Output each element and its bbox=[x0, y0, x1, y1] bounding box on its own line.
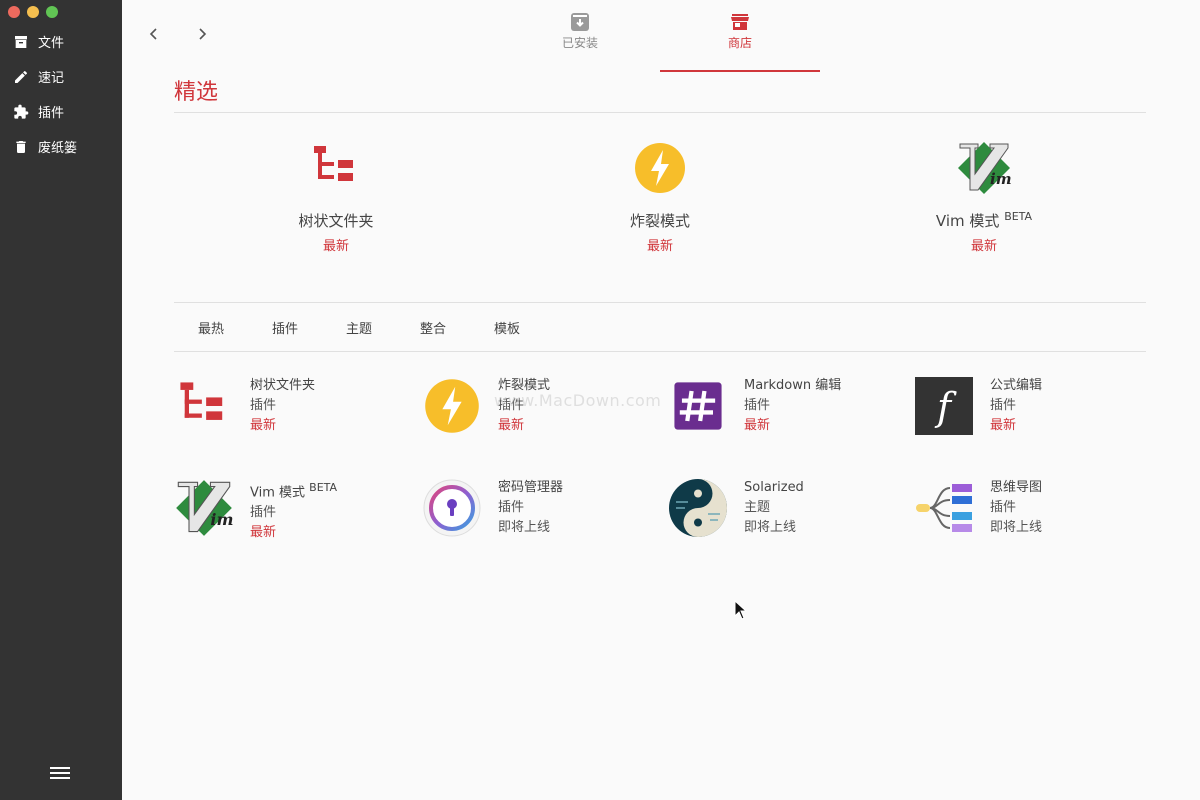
sidebar-item-label: 废纸篓 bbox=[38, 141, 78, 156]
card-status: 最新 bbox=[250, 418, 277, 433]
card-type: 插件 bbox=[250, 398, 277, 413]
featured-name: 树状文件夹 bbox=[298, 212, 374, 230]
category-templates[interactable]: 模板 bbox=[470, 318, 544, 337]
card-type: 插件 bbox=[250, 505, 277, 521]
card-name: Vim 模式 BETA bbox=[250, 478, 337, 503]
featured-title: 精选 bbox=[174, 80, 219, 105]
card-name: 树状文件夹 bbox=[250, 378, 316, 393]
maximize-window-button[interactable] bbox=[46, 6, 58, 18]
store-main: 已安装 商店 精选 树状文件夹 最新 炸裂模式 最新 im Vim 模式 BET… bbox=[122, 0, 1200, 800]
card-name: Markdown 编辑 bbox=[744, 378, 842, 393]
category-plugins[interactable]: 插件 bbox=[248, 318, 322, 337]
back-button[interactable] bbox=[144, 24, 164, 44]
sidebar-item-files[interactable]: 文件 bbox=[0, 24, 122, 59]
pencil-icon bbox=[15, 70, 27, 83]
plugin-card-markdown[interactable]: Markdown 编辑 插件 最新 bbox=[668, 376, 908, 440]
divider bbox=[174, 302, 1146, 303]
category-themes[interactable]: 主题 bbox=[322, 318, 396, 337]
svg-text:im: im bbox=[990, 170, 1012, 188]
card-type: 插件 bbox=[498, 500, 525, 515]
mind-map-icon bbox=[916, 484, 972, 532]
mouse-cursor-icon bbox=[734, 600, 748, 620]
card-status: 即将上线 bbox=[990, 520, 1043, 535]
featured-item-vim[interactable]: im Vim 模式 BETA 最新 bbox=[884, 140, 1084, 254]
tab-label: 已安装 bbox=[561, 36, 598, 50]
plugin-card-vim[interactable]: im Vim 模式 BETA 插件 最新 bbox=[174, 478, 414, 542]
card-name: 密码管理器 bbox=[498, 480, 564, 495]
formula-icon: f bbox=[915, 377, 973, 435]
close-window-button[interactable] bbox=[8, 6, 20, 18]
plugin-card-formula[interactable]: f 公式编辑 插件 最新 bbox=[914, 376, 1154, 440]
category-integrations[interactable]: 整合 bbox=[396, 318, 470, 337]
sidebar-item-label: 文件 bbox=[38, 36, 65, 51]
sidebar-item-label: 插件 bbox=[38, 106, 65, 121]
featured-item-power-mode[interactable]: 炸裂模式 最新 bbox=[560, 140, 760, 254]
card-status: 最新 bbox=[744, 418, 771, 433]
card-status: 最新 bbox=[250, 525, 277, 541]
yin-yang-icon bbox=[669, 479, 727, 537]
active-tab-indicator bbox=[660, 70, 820, 72]
beta-badge: BETA bbox=[1004, 210, 1033, 223]
card-name: Solarized bbox=[744, 480, 804, 495]
sidebar: 文件 速记 插件 废纸篓 bbox=[0, 0, 122, 800]
card-status: 最新 bbox=[498, 418, 525, 433]
category-tabs: 最热 插件 主题 整合 模板 bbox=[174, 318, 544, 337]
tree-folder-icon bbox=[180, 382, 223, 420]
download-box-icon bbox=[571, 13, 589, 31]
lightning-icon bbox=[425, 379, 479, 433]
sidebar-nav: 文件 速记 插件 废纸篓 bbox=[0, 24, 122, 164]
chevron-right-icon bbox=[199, 28, 207, 40]
keyhole-icon bbox=[423, 479, 481, 537]
card-type: 插件 bbox=[990, 500, 1017, 515]
svg-text:im: im bbox=[210, 510, 233, 529]
sidebar-item-plugins[interactable]: 插件 bbox=[0, 94, 122, 129]
divider bbox=[174, 351, 1146, 352]
card-name: 公式编辑 bbox=[990, 378, 1043, 393]
lightning-icon bbox=[635, 143, 685, 193]
window-controls bbox=[8, 6, 58, 18]
featured-status: 最新 bbox=[646, 239, 673, 254]
featured-status: 最新 bbox=[322, 239, 349, 254]
plugin-card-solarized[interactable]: Solarized 主题 即将上线 bbox=[668, 478, 908, 542]
featured-status: 最新 bbox=[970, 239, 997, 254]
sidebar-item-label: 速记 bbox=[38, 71, 65, 86]
card-status: 最新 bbox=[990, 418, 1017, 433]
featured-item-tree-folder[interactable]: 树状文件夹 最新 bbox=[236, 140, 436, 254]
chevron-left-icon bbox=[149, 28, 157, 40]
category-hot[interactable]: 最热 bbox=[174, 318, 248, 337]
divider bbox=[174, 112, 1146, 113]
tab-installed[interactable]: 已安装 bbox=[500, 8, 660, 72]
sidebar-item-trash[interactable]: 废纸篓 bbox=[0, 129, 122, 164]
card-type: 主题 bbox=[744, 500, 771, 515]
card-status: 即将上线 bbox=[498, 520, 551, 535]
name-text: Vim 模式 bbox=[250, 485, 306, 501]
featured-name: 炸裂模式 bbox=[629, 212, 690, 230]
archive-icon bbox=[15, 35, 27, 48]
forward-button[interactable] bbox=[192, 24, 212, 44]
card-name: 思维导图 bbox=[990, 480, 1043, 495]
card-status: 即将上线 bbox=[744, 520, 797, 535]
tab-store[interactable]: 商店 bbox=[660, 8, 820, 72]
puzzle-icon bbox=[14, 104, 29, 119]
vim-icon: im bbox=[958, 142, 1012, 194]
plugin-card-password-manager[interactable]: 密码管理器 插件 即将上线 bbox=[422, 478, 662, 542]
featured-name: Vim 模式 BETA bbox=[884, 210, 1084, 231]
plugin-card-tree-folder[interactable]: 树状文件夹 插件 最新 bbox=[174, 376, 414, 440]
trash-icon bbox=[16, 140, 26, 153]
minimize-window-button[interactable] bbox=[27, 6, 39, 18]
beta-badge: BETA bbox=[309, 481, 338, 494]
sidebar-item-notes[interactable]: 速记 bbox=[0, 59, 122, 94]
store-icon bbox=[731, 14, 749, 30]
card-type: 插件 bbox=[990, 398, 1017, 413]
watermark: www.MacDown.com bbox=[494, 391, 662, 410]
hamburger-icon[interactable] bbox=[50, 764, 70, 780]
tab-label: 商店 bbox=[727, 36, 752, 50]
hash-icon bbox=[674, 382, 722, 430]
plugin-card-mind-map[interactable]: 思维导图 插件 即将上线 bbox=[914, 478, 1154, 542]
card-type: 插件 bbox=[744, 398, 771, 413]
vim-icon: im bbox=[176, 480, 234, 536]
name-text: Vim 模式 bbox=[935, 212, 1000, 230]
tree-folder-icon bbox=[314, 146, 353, 181]
